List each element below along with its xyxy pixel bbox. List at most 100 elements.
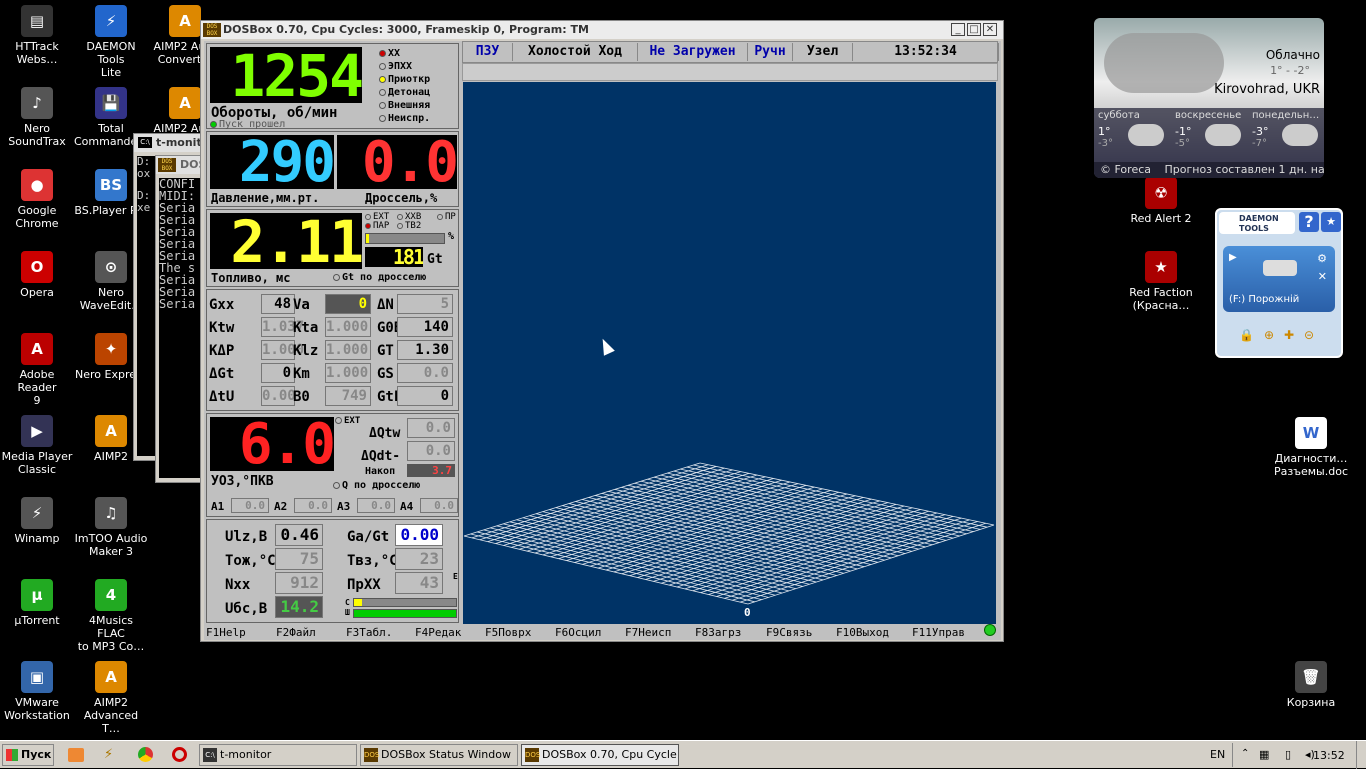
taskbar-item-dosbox-main[interactable]: DOS DOSBox 0.70, Cpu Cycle… [521, 744, 679, 766]
ext-option[interactable]: EXT [335, 416, 360, 426]
param-label: Ktw [209, 320, 235, 336]
fuel-label: Топливо, мс [211, 271, 291, 285]
weather-temp-range: 1° - -2° [1270, 64, 1310, 77]
play-icon[interactable]: ▶ [1229, 252, 1237, 263]
desktop-icon-label: HTTrack Webs… [15, 40, 59, 66]
desktop-icon[interactable]: ▣ VMware Workstation [0, 661, 74, 722]
fuel-pane: 2.11 EXT ХХВ ПР ПАР ТВ2 % 181 Gt Топливо, мс… [206, 209, 459, 287]
quicklaunch-opera-icon[interactable] [172, 747, 187, 762]
surface-plot-svg [463, 462, 995, 605]
language-indicator[interactable]: EN [1210, 748, 1225, 761]
function-key[interactable]: F7Неисп [625, 626, 671, 639]
c-bar [353, 598, 457, 607]
tray-battery-icon[interactable]: ▯ [1285, 748, 1291, 761]
function-key[interactable]: F1Help [206, 626, 246, 639]
desktop-icon-label: Winamp [14, 532, 60, 545]
star-button[interactable]: ★ [1321, 212, 1341, 232]
desktop-icon[interactable]: ▤ HTTrack Webs… [0, 5, 74, 66]
radio-icon [333, 482, 340, 489]
q-throttle-option[interactable]: Q по дросселю [333, 480, 420, 491]
desktop-icon[interactable]: 4 4Musics FLAC to MP3 Co… [74, 579, 148, 653]
tray-network-icon[interactable]: ▦ [1259, 748, 1269, 761]
desktop-icon-label: ImTOO Audio Maker 3 [74, 532, 148, 558]
app-icon: ⚡ [21, 497, 53, 529]
start-button[interactable]: Пуск [2, 744, 54, 766]
uoz-label: УОЗ,°ПКВ [211, 474, 274, 489]
console-line: ox [137, 167, 151, 180]
weather-source: © Foreca [1100, 163, 1151, 176]
help-button[interactable]: ? [1299, 212, 1319, 232]
weather-gadget[interactable]: Облачно 1° - -2° Kirovohrad, UKR суббота… [1094, 18, 1324, 178]
desktop-icon[interactable]: ⚡ DAEMON Tools Lite [74, 5, 148, 79]
daemon-tools-icons[interactable]: 🔒⊕✚⊝ [1239, 328, 1324, 342]
gt-throttle-option[interactable]: Gt по дросселю [333, 272, 426, 283]
desktop-icon[interactable]: µ µTorrent [0, 579, 74, 627]
taskbar-item-t-monitor[interactable]: C:\ t-monitor [199, 744, 357, 766]
show-desktop-button[interactable] [1356, 741, 1366, 769]
close-button[interactable]: ✕ [983, 23, 997, 36]
function-key[interactable]: F8Загрз [695, 626, 741, 639]
fuel-option[interactable]: ТВ2 [397, 221, 421, 231]
grid-line [739, 522, 986, 603]
surface-plot[interactable]: 0 [463, 82, 996, 624]
grid-line [614, 488, 906, 554]
daemon-tools-gadget[interactable]: DAEMON TOOLS ? ★ ▶ ⚙ ✕ (F:) Порожній 🔒⊕✚… [1215, 208, 1343, 358]
quicklaunch-media-icon[interactable] [68, 748, 84, 762]
pressure-throttle-pane: 290 0.0 Давление,мм.рт. Дроссель,% [206, 131, 459, 207]
taskbar-item-dosbox-status[interactable]: DOS DOSBox Status Window [360, 744, 518, 766]
dqdt-value: 0.0 [407, 441, 455, 461]
drive-panel[interactable]: ▶ ⚙ ✕ (F:) Порожній [1223, 246, 1335, 312]
app-icon: 4 [95, 579, 127, 611]
desktop-icon[interactable]: ● Google Chrome [0, 169, 74, 230]
quicklaunch-chrome-icon[interactable] [138, 747, 153, 762]
quicklaunch-daemon-icon[interactable]: ⚡ [104, 747, 113, 762]
desktop-icon-label: DAEMON Tools Lite [86, 40, 136, 79]
param-label: GS [377, 366, 394, 382]
desktop-icon[interactable]: A AIMP2 Advanced T… [74, 661, 148, 735]
app-icon: 🗑 [1295, 661, 1327, 693]
desktop-icon[interactable]: ♫ ImTOO Audio Maker 3 [74, 497, 148, 558]
fuel-option[interactable]: ПР [437, 212, 456, 222]
function-key[interactable]: F2Файл [276, 626, 316, 639]
desktop-icon[interactable]: O Opera [0, 251, 74, 299]
eject-icon[interactable]: ✕ [1318, 270, 1327, 283]
nakop-value: 3.7 [407, 464, 455, 477]
function-key[interactable]: F11Управ [912, 626, 965, 639]
minimize-button[interactable]: _ [951, 23, 965, 36]
function-key[interactable]: F10Выход [836, 626, 889, 639]
app-icon: ♫ [95, 497, 127, 529]
desktop-icon[interactable]: ▶ Media Player Classic [0, 415, 74, 476]
app-icon: 💾 [95, 87, 127, 119]
param-value: 749 [325, 386, 371, 406]
function-key[interactable]: F6Осцил [555, 626, 601, 639]
desktop-icon[interactable]: ☢ Red Alert 2 [1124, 177, 1198, 225]
function-key[interactable]: F3Табл. [346, 626, 392, 639]
desktop-icon-label: Media Player Classic [1, 450, 73, 476]
desktop-icon[interactable]: W Диагности… Разъемы.doc [1274, 417, 1348, 478]
maximize-button[interactable]: □ [967, 23, 981, 36]
param-label: Klz [293, 343, 319, 359]
desktop-icon[interactable]: 🗑 Корзина [1274, 661, 1348, 709]
sh-label: Ш [345, 608, 350, 617]
forecast-day-name: суббота [1098, 110, 1140, 121]
function-key[interactable]: F5Поврх [485, 626, 531, 639]
fuel-option[interactable]: ПАР [365, 221, 389, 231]
clock[interactable]: 13:52 [1313, 749, 1345, 762]
indicator-dot-icon [379, 115, 386, 122]
function-key[interactable]: F4Редак [415, 626, 461, 639]
function-key[interactable]: F9Связь [766, 626, 812, 639]
throttle-label: Дроссель,% [365, 191, 438, 205]
param-value: 0 [397, 386, 453, 406]
desktop-icon[interactable]: ⚡ Winamp [0, 497, 74, 545]
desktop-icon[interactable]: A Adobe Reader 9 [0, 333, 74, 407]
desktop-icon[interactable]: ★ Red Faction (Красна… [1124, 251, 1198, 312]
desktop-icon[interactable]: ♪ Nero SoundTrax [0, 87, 74, 148]
dosbox-logo-icon: DOS BOX [158, 158, 176, 172]
snow-cloud-icon [1205, 124, 1241, 146]
weather-footer: Прогноз составлен 1 дн. на… [1164, 163, 1325, 176]
window-title: t-monit [156, 136, 202, 149]
wrench-icon[interactable]: ⚙ [1317, 252, 1327, 265]
tray-expand-icon[interactable]: ⌃ [1241, 748, 1249, 759]
status-dot-icon [210, 121, 217, 128]
desktop-icon-label: µTorrent [14, 614, 60, 627]
